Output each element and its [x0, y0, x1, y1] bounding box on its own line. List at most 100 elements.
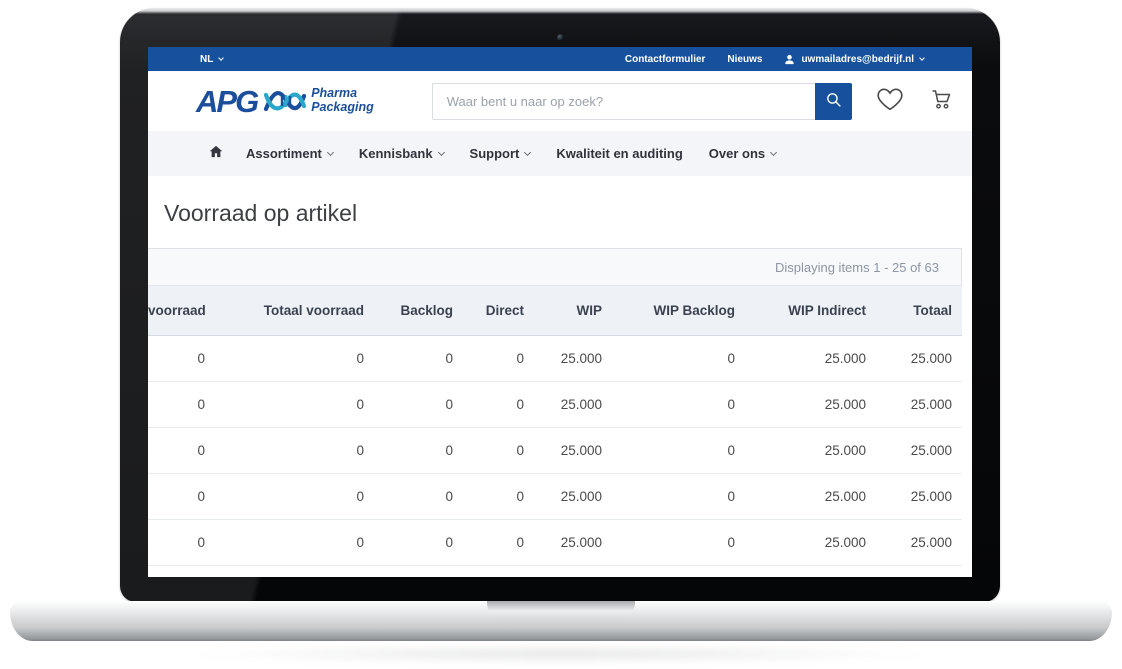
table-cell: 0 [612, 519, 745, 565]
nav-item-assortiment[interactable]: Assortiment [246, 146, 333, 161]
nav-item-label: Kennisbank [359, 146, 433, 161]
wishlist-button[interactable] [877, 87, 903, 116]
pagination-status: Displaying items 1 - 25 of 63 [148, 249, 961, 286]
laptop-base [10, 601, 1112, 641]
account-menu[interactable]: uwmailadres@bedrijf.nl [784, 54, 924, 65]
table-cell [148, 565, 962, 577]
table-row-partial [148, 565, 962, 577]
webcam-dot [557, 34, 564, 41]
stock-table: voorraad Totaal voorraad Backlog Direct … [148, 286, 962, 577]
table-cell: 0 [463, 473, 534, 519]
search-input[interactable] [432, 83, 815, 120]
table-cell: 0 [148, 473, 215, 519]
dna-helix-icon [263, 85, 307, 117]
column-header[interactable]: WIP Indirect [745, 286, 876, 335]
home-icon [208, 144, 224, 164]
user-icon [784, 54, 795, 65]
table-cell: 0 [463, 381, 534, 427]
table-cell: 25.000 [745, 519, 876, 565]
table-cell: 25.000 [876, 519, 962, 565]
table-cell: 0 [374, 335, 463, 381]
table-cell: 0 [215, 381, 374, 427]
main-nav: Assortiment Kennisbank Support Kwaliteit… [148, 131, 972, 176]
table-cell: 0 [463, 519, 534, 565]
page-title: Voorraad op artikel [164, 200, 972, 227]
table-cell: 25.000 [745, 381, 876, 427]
language-selector[interactable]: NL [200, 54, 223, 65]
logo-acronym: APG [196, 86, 257, 117]
table-cell: 0 [612, 427, 745, 473]
nav-item-label: Support [470, 146, 520, 161]
table-cell: 25.000 [745, 473, 876, 519]
table-cell: 0 [374, 381, 463, 427]
table-cell: 25.000 [534, 427, 612, 473]
nav-item-label: Over ons [709, 146, 765, 161]
language-label: NL [200, 54, 213, 65]
nav-home-link[interactable] [208, 144, 224, 164]
table-cell: 0 [612, 473, 745, 519]
column-header[interactable]: voorraad [148, 286, 215, 335]
column-header[interactable]: WIP Backlog [612, 286, 745, 335]
nav-item-kennisbank[interactable]: Kennisbank [359, 146, 444, 161]
search-bar [432, 83, 852, 120]
heart-icon [877, 87, 903, 116]
browser-screen: NL Contactformulier Nieuws uwmailadres@b… [148, 47, 972, 577]
chevron-down-icon [919, 55, 925, 61]
column-header[interactable]: Totaal [876, 286, 962, 335]
nav-item-label: Assortiment [246, 146, 322, 161]
site-header: APG Pharma Packaging [148, 71, 972, 131]
table-cell: 25.000 [876, 427, 962, 473]
cart-button[interactable] [928, 87, 953, 116]
table-row[interactable]: 0 0 0 0 25.000 0 25.000 25.000 [148, 473, 962, 519]
table-cell: 0 [463, 427, 534, 473]
table-cell: 0 [374, 519, 463, 565]
table-cell: 25.000 [534, 519, 612, 565]
chevron-down-icon [327, 149, 334, 156]
table-cell: 0 [612, 335, 745, 381]
nav-item-kwaliteit-en-auditing[interactable]: Kwaliteit en auditing [556, 146, 682, 161]
top-utility-bar: NL Contactformulier Nieuws uwmailadres@b… [148, 47, 972, 71]
table-cell: 25.000 [534, 473, 612, 519]
table-cell: 0 [215, 519, 374, 565]
chevron-down-icon [219, 55, 225, 61]
table-cell: 25.000 [745, 335, 876, 381]
column-header[interactable]: Direct [463, 286, 534, 335]
chevron-down-icon [438, 149, 445, 156]
laptop-lid: NL Contactformulier Nieuws uwmailadres@b… [120, 8, 1000, 602]
nav-item-label: Kwaliteit en auditing [556, 146, 682, 161]
nav-item-support[interactable]: Support [470, 146, 531, 161]
chevron-down-icon [524, 149, 531, 156]
table-cell: 0 [374, 473, 463, 519]
table-cell: 0 [612, 381, 745, 427]
column-header[interactable]: Backlog [374, 286, 463, 335]
table-cell: 25.000 [876, 381, 962, 427]
column-header[interactable]: Totaal voorraad [215, 286, 374, 335]
column-header[interactable]: WIP [534, 286, 612, 335]
news-link[interactable]: Nieuws [727, 54, 762, 65]
account-email: uwmailadres@bedrijf.nl [801, 54, 914, 65]
table-cell: 0 [374, 427, 463, 473]
logo-tagline-line2: Packaging [311, 101, 374, 115]
table-row[interactable]: 0 0 0 0 25.000 0 25.000 25.000 [148, 381, 962, 427]
table-row[interactable]: 0 0 0 0 25.000 0 25.000 25.000 [148, 519, 962, 565]
laptop-mockup: NL Contactformulier Nieuws uwmailadres@b… [0, 0, 1122, 669]
table-cell: 0 [148, 519, 215, 565]
site-logo[interactable]: APG Pharma Packaging [196, 85, 374, 117]
nav-item-over-ons[interactable]: Over ons [709, 146, 776, 161]
table-cell: 0 [148, 335, 215, 381]
contact-link[interactable]: Contactformulier [625, 54, 706, 65]
search-icon [825, 91, 842, 111]
stock-table-container: Displaying items 1 - 25 of 63 voorraad T… [148, 248, 962, 577]
laptop-reflection [180, 645, 940, 663]
table-cell: 0 [148, 381, 215, 427]
table-row[interactable]: 0 0 0 0 25.000 0 25.000 25.000 [148, 335, 962, 381]
table-cell: 25.000 [534, 335, 612, 381]
table-cell: 0 [215, 473, 374, 519]
table-header-row: voorraad Totaal voorraad Backlog Direct … [148, 286, 962, 335]
search-button[interactable] [815, 83, 852, 120]
logo-tagline-line1: Pharma [311, 87, 374, 101]
chevron-down-icon [770, 149, 777, 156]
table-row[interactable]: 0 0 0 0 25.000 0 25.000 25.000 [148, 427, 962, 473]
table-cell: 25.000 [876, 335, 962, 381]
cart-icon [928, 87, 953, 116]
